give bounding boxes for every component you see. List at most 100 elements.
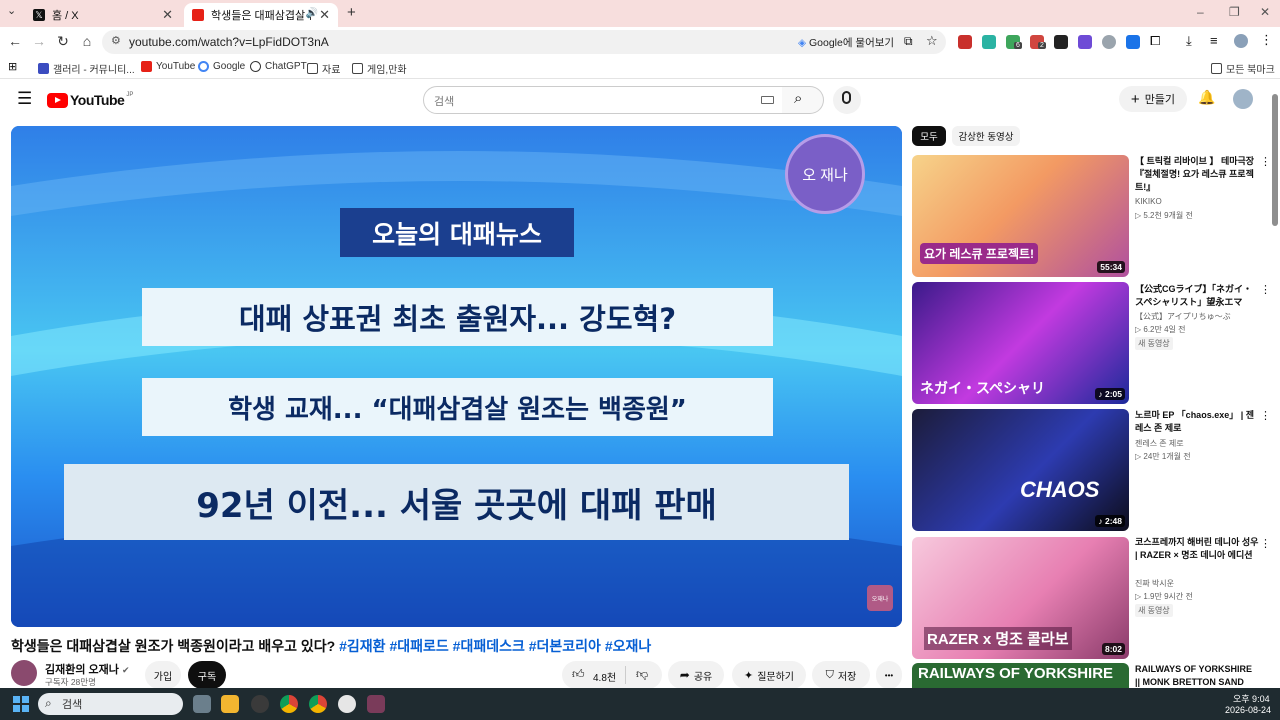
search-input[interactable]: 검색: [423, 86, 783, 114]
downloads-icon[interactable]: ⤓: [1186, 33, 1192, 49]
windows-start-icon[interactable]: [13, 696, 29, 712]
bookmark-folder-games[interactable]: 게임,만화: [352, 61, 407, 76]
all-bookmarks-folder[interactable]: 모든 북마크: [1211, 61, 1275, 76]
channel-name[interactable]: 김재환의 오재나 ✔: [45, 661, 130, 677]
channel-avatar[interactable]: [11, 660, 37, 686]
audio-playing-icon[interactable]: 🔊: [306, 8, 318, 19]
more-options-icon[interactable]: ⋮: [1260, 155, 1271, 168]
restore-button[interactable]: ❐: [1229, 5, 1240, 19]
address-bar[interactable]: ⚙ youtube.com/watch?v=LpFidDOT3nA ◈ Goog…: [102, 30, 946, 54]
related-thumbnail[interactable]: 요가 레스큐 프로젝트! 55:34: [912, 155, 1129, 277]
extension-download-icon[interactable]: [1126, 35, 1140, 49]
chrome-profile-icon[interactable]: [309, 695, 327, 713]
related-channel[interactable]: 【公式】アイプリちゅ〜ぶ: [1135, 311, 1231, 322]
video-player[interactable]: 오 재나 오늘의 대패뉴스 대패 상표권 최초 출원자... 강도혁? 학생 교…: [11, 126, 902, 627]
close-tab-icon[interactable]: ✕: [319, 7, 330, 23]
video-duration: ♪ 2:48: [1095, 515, 1125, 527]
close-tab-icon[interactable]: ✕: [162, 7, 173, 23]
related-thumbnail[interactable]: CHAOS ♪ 2:48: [912, 409, 1129, 531]
hashtag-link[interactable]: #대패로드: [389, 638, 448, 654]
related-title[interactable]: RAILWAYS OF YORKSHIRE || MONK BRETTON SA…: [1135, 663, 1259, 689]
home-icon[interactable]: ⌂: [78, 33, 96, 49]
keyboard-icon[interactable]: [761, 96, 774, 104]
related-title[interactable]: 【 트릭컬 리바이브 】 테마극장 『절체절명! 요가 레스큐 프로젝트!』: [1135, 155, 1259, 194]
account-avatar[interactable]: [1233, 89, 1253, 109]
extension-black-icon[interactable]: [1054, 35, 1068, 49]
related-title[interactable]: 【公式CGライブ】「ネガイ・スペシャリスト」望永エマ: [1135, 283, 1259, 309]
chip-all[interactable]: 모두: [912, 126, 946, 146]
reload-icon[interactable]: ↻: [54, 33, 72, 50]
forward-arrow-icon[interactable]: →: [30, 33, 48, 49]
hashtag-link[interactable]: #오재나: [605, 638, 651, 654]
bookmark-star-icon[interactable]: ☆: [926, 33, 938, 49]
bookmark-chatgpt[interactable]: ChatGPT: [250, 61, 307, 72]
file-explorer-icon[interactable]: [221, 695, 239, 713]
extension-red-icon[interactable]: [958, 35, 972, 49]
subscribe-button[interactable]: 구독: [188, 661, 226, 689]
chat-app-icon[interactable]: [338, 695, 356, 713]
minimize-button[interactable]: –: [1197, 5, 1204, 19]
ask-button[interactable]: ✦ 질문하기: [732, 661, 806, 689]
profile-avatar-icon[interactable]: [1234, 34, 1248, 48]
google-ask-chip[interactable]: ◈ Google에 물어보기: [798, 35, 894, 50]
steam-icon[interactable]: [251, 695, 269, 713]
more-options-icon[interactable]: ⋮: [1260, 283, 1271, 296]
bookmark-youtube[interactable]: YouTube: [141, 61, 195, 72]
save-button[interactable]: ⛉ 저장: [812, 661, 870, 689]
search-button[interactable]: ⌕: [782, 86, 824, 114]
close-window-button[interactable]: ✕: [1260, 5, 1270, 19]
extension-purple-icon[interactable]: [1078, 35, 1092, 49]
related-channel[interactable]: KIKIKO: [1135, 197, 1162, 206]
media-app-icon[interactable]: [367, 695, 385, 713]
taskbar-search-input[interactable]: ⌕ 검색: [38, 693, 183, 715]
chip-watched[interactable]: 감상한 동영상: [952, 126, 1020, 146]
related-title[interactable]: 코스프레까지 해버린 데니아 성우 | RAZER × 명조 데니아 에디션: [1135, 536, 1259, 562]
taskbar-time[interactable]: 오후 9:04: [1233, 692, 1270, 705]
extensions-puzzle-icon[interactable]: ⧠: [1150, 33, 1160, 49]
reading-list-icon[interactable]: ≡: [1210, 33, 1218, 48]
more-options-icon[interactable]: ⋮: [1260, 537, 1271, 550]
extension-teal-icon[interactable]: [982, 35, 996, 49]
extension-gray-icon[interactable]: [1102, 35, 1116, 49]
related-thumbnail[interactable]: RAZER x 명조 콜라보 8:02: [912, 537, 1129, 659]
tab-search-chevron-icon[interactable]: ⌄: [7, 4, 16, 17]
related-channel[interactable]: 진짜 박시운: [1135, 578, 1174, 589]
channel-corner-mark[interactable]: 오재나: [867, 585, 893, 611]
thumbs-up-icon[interactable]: 👍︎: [572, 667, 585, 682]
page-scrollbar-thumb[interactable]: [1272, 94, 1278, 226]
tab-x-home[interactable]: 𝕏 홈 / X ✕: [25, 3, 181, 27]
taskbar-date[interactable]: 2026-08-24: [1225, 705, 1271, 715]
notifications-bell-icon[interactable]: 🔔: [1198, 89, 1215, 106]
browser-menu-icon[interactable]: ⋮: [1260, 32, 1273, 48]
more-actions-button[interactable]: •••: [876, 661, 902, 689]
site-info-icon[interactable]: ⚙: [111, 34, 121, 47]
bookmark-label: ChatGPT: [265, 61, 307, 72]
apps-grid-icon[interactable]: ⊞: [8, 60, 17, 73]
thumbs-down-icon[interactable]: 👎︎: [636, 667, 648, 682]
join-button[interactable]: 가입: [145, 661, 181, 689]
hashtag-link[interactable]: #더본코리아: [529, 638, 601, 654]
more-options-icon[interactable]: ⋮: [1260, 409, 1271, 422]
related-title[interactable]: 노르마 EP 「chaos.exe」 | 젠레스 존 제로: [1135, 409, 1259, 435]
task-view-icon[interactable]: [193, 695, 211, 713]
hashtag-link[interactable]: #대패데스크: [453, 638, 525, 654]
hamburger-menu-icon[interactable]: ☰: [17, 89, 32, 109]
related-thumbnail[interactable]: RAILWAYS OF YORKSHIRE: [912, 663, 1129, 688]
hashtag-link[interactable]: #김재환: [339, 638, 385, 654]
create-button[interactable]: + 만들기: [1119, 86, 1187, 112]
bookmark-folder-materials[interactable]: 자료: [307, 61, 340, 76]
youtube-logo[interactable]: YouTube JP: [47, 92, 133, 108]
bookmark-gallery[interactable]: 갤러리 - 커뮤니티...: [38, 61, 135, 76]
bookmark-google[interactable]: Google: [198, 61, 245, 72]
install-app-icon[interactable]: ⧉: [904, 34, 913, 49]
related-thumbnail[interactable]: ネガイ・スペシャリ ♪ 2:05: [912, 282, 1129, 404]
voice-search-button[interactable]: [833, 86, 861, 114]
chrome-icon[interactable]: [280, 695, 298, 713]
like-count[interactable]: 4.8천: [593, 669, 616, 684]
url-text[interactable]: youtube.com/watch?v=LpFidDOT3nA: [129, 35, 329, 49]
related-channel[interactable]: 젠레스 존 제로: [1135, 438, 1184, 449]
share-button[interactable]: ➦ 공유: [668, 661, 724, 689]
new-tab-button[interactable]: +: [347, 4, 356, 21]
tab-youtube-video[interactable]: 학생들은 대패삼겹살 원조가 🔊 ✕: [184, 3, 338, 27]
back-arrow-icon[interactable]: ←: [6, 33, 24, 49]
